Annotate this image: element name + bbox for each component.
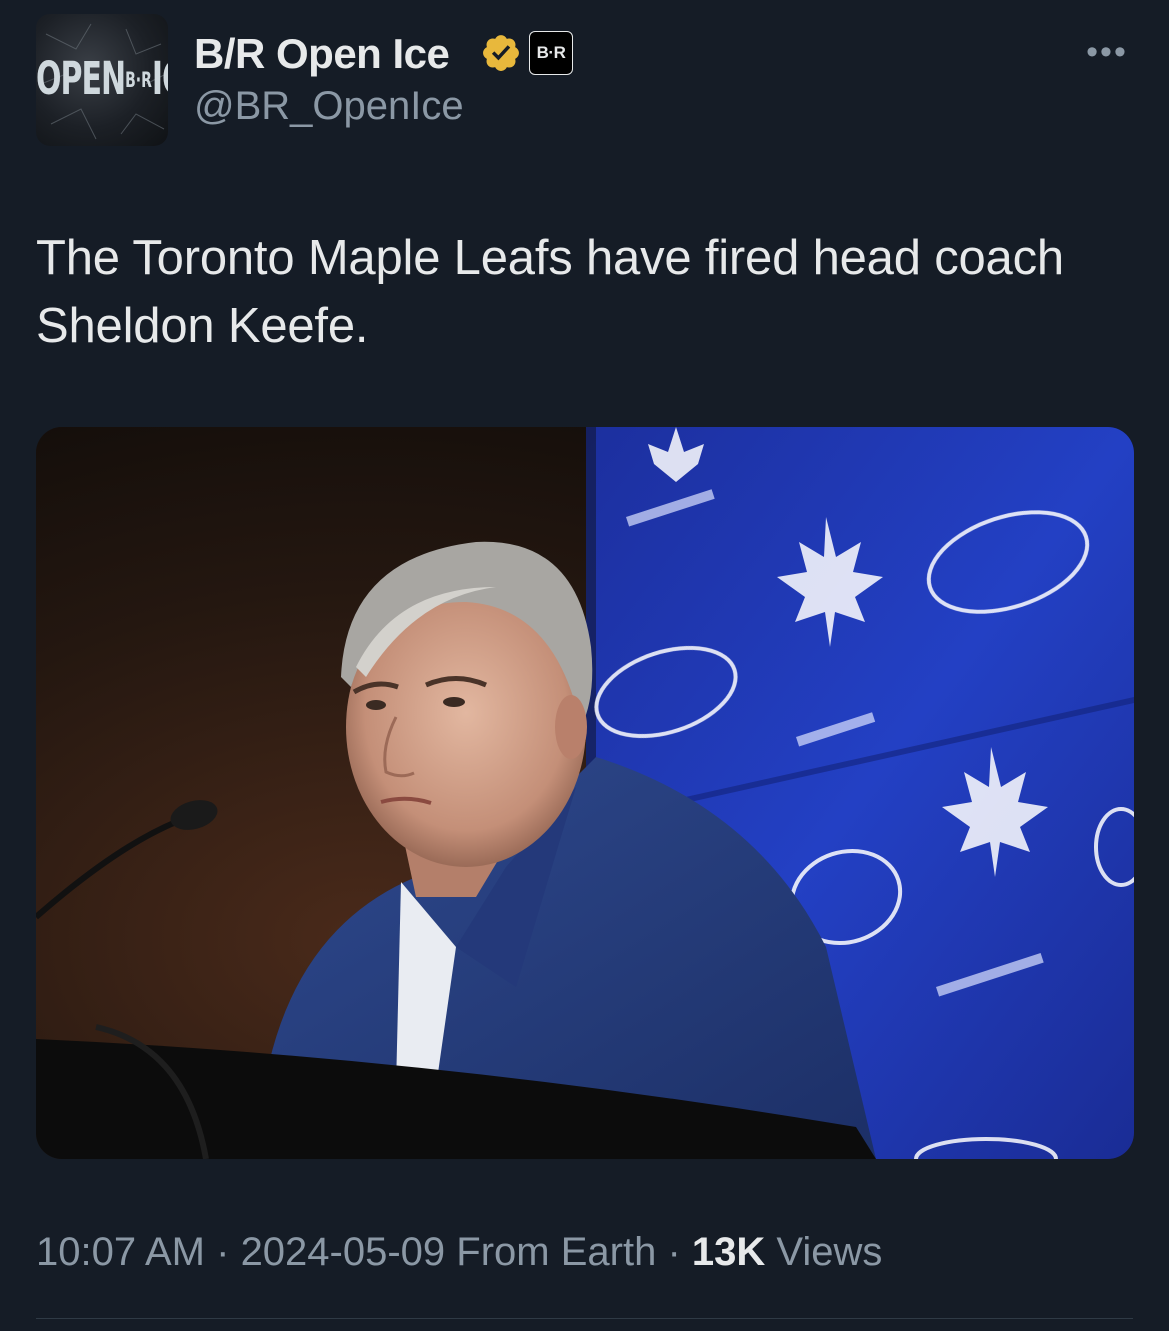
views-label: Views [765, 1230, 883, 1274]
timestamp-date[interactable]: 2024-05-09 [241, 1230, 446, 1274]
views-count[interactable]: 13K [692, 1230, 765, 1274]
display-name[interactable]: B/R Open Ice [194, 30, 450, 78]
timestamp-time[interactable]: 10:07 AM [36, 1230, 205, 1274]
avatar-logo: OPENB·RICE [36, 53, 168, 106]
user-handle[interactable]: @BR_OpenIce [194, 84, 464, 129]
tweet-source: From Earth [445, 1230, 657, 1274]
more-options-icon[interactable]: ••• [1082, 34, 1132, 70]
tweet: OPENB·RICE B/R Open Ice B·R @BR_OpenIce … [0, 0, 1169, 1331]
org-affiliation-badge[interactable]: B·R [529, 31, 573, 75]
divider [36, 1318, 1133, 1319]
verified-badge-icon[interactable] [480, 32, 522, 74]
tweet-metadata: 10:07 AM · 2024-05-09 From Earth · 13K V… [36, 1230, 882, 1275]
tweet-photo[interactable] [36, 427, 1134, 1159]
meta-separator: · [656, 1230, 692, 1274]
avatar[interactable]: OPENB·RICE [36, 14, 168, 146]
photo-coach-press-conference [36, 427, 1134, 1159]
meta-separator: · [205, 1230, 241, 1274]
tweet-text: The Toronto Maple Leafs have fired head … [36, 231, 1064, 353]
